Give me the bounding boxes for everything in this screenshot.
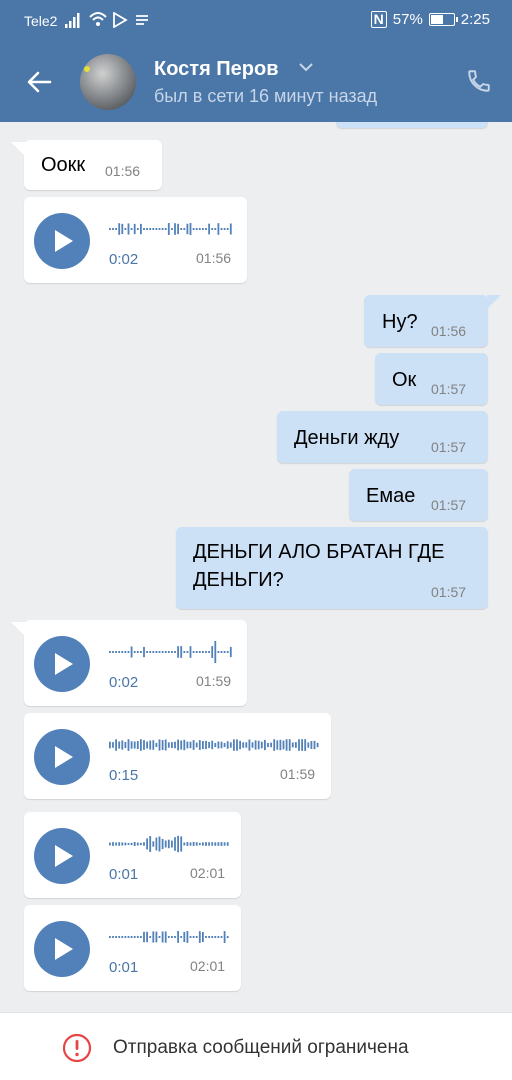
- carrier-label: Tele2: [24, 13, 58, 29]
- message-list[interactable]: Оокк 01:56 0:02 01:56 Ну? 01:56 Ок 01:57…: [0, 122, 512, 1012]
- voice-message[interactable]: 0:01 02:01: [24, 812, 241, 898]
- message-bubble-outgoing[interactable]: Емае 01:57: [349, 469, 488, 521]
- phone-icon[interactable]: [466, 68, 492, 94]
- message-text: Емае: [366, 485, 416, 507]
- waveform[interactable]: [109, 217, 236, 241]
- voice-message[interactable]: 0:02 01:59: [11, 620, 247, 706]
- play-icon: [55, 845, 73, 867]
- play-icon: [55, 746, 73, 768]
- play-button[interactable]: [34, 828, 90, 884]
- nfc-icon: N: [370, 11, 387, 28]
- voice-duration: 0:01: [109, 959, 139, 976]
- message-text: Ок: [392, 369, 417, 391]
- message-bubble-outgoing[interactable]: ДЕНЬГИ АЛО БРАТАН ГДЕ ДЕНЬГИ? 01:57: [176, 527, 488, 609]
- cast-icon: [136, 15, 148, 25]
- back-arrow-icon[interactable]: [26, 68, 54, 96]
- voice-message[interactable]: 0:15 01:59: [24, 713, 331, 799]
- play-icon: [55, 230, 73, 252]
- voice-duration: 0:02: [109, 251, 139, 268]
- message-bubble-outgoing[interactable]: Ну? 01:56: [364, 295, 501, 347]
- message-text-line2: ДЕНЬГИ?: [193, 569, 284, 591]
- play-store-icon: [113, 12, 128, 28]
- message-time: 01:57: [431, 381, 467, 397]
- message-time: 01:59: [196, 673, 232, 689]
- avatar-dot: [84, 66, 90, 72]
- message-time: 01:56: [105, 163, 141, 179]
- play-button[interactable]: [34, 213, 90, 269]
- signal-icon: [65, 13, 80, 28]
- waveform[interactable]: [109, 640, 236, 664]
- battery-icon: [428, 13, 458, 26]
- wifi-icon: [89, 12, 107, 26]
- warning-icon: [62, 1033, 92, 1063]
- avatar[interactable]: [80, 54, 136, 110]
- status-bar: Tele2 N 57% 2:25: [0, 0, 512, 42]
- clock: 2:25: [460, 11, 490, 28]
- voice-message[interactable]: 0:02 01:56: [24, 197, 247, 283]
- waveform[interactable]: [109, 733, 320, 757]
- restricted-notice: Отправка сообщений ограничена: [113, 1037, 409, 1058]
- voice-duration: 0:15: [109, 767, 139, 784]
- message-time: 01:59: [280, 766, 316, 782]
- input-restricted-bar: Отправка сообщений ограничена: [0, 1012, 512, 1080]
- message-bubble-incoming[interactable]: Оокк 01:56: [11, 140, 162, 190]
- message-time: 01:56: [431, 323, 467, 339]
- message-text-line1: ДЕНЬГИ АЛО БРАТАН ГДЕ: [193, 541, 445, 563]
- message-bubble-outgoing[interactable]: Деньги жду 01:57: [277, 411, 488, 463]
- voice-message[interactable]: 0:01 02:01: [24, 905, 241, 991]
- message-bubble-partial: [336, 122, 488, 128]
- message-time: 02:01: [190, 958, 226, 974]
- message-time: 02:01: [190, 865, 226, 881]
- waveform[interactable]: [109, 925, 230, 949]
- battery-fill: [430, 15, 443, 24]
- message-text: Ну?: [382, 311, 418, 333]
- voice-duration: 0:01: [109, 866, 139, 883]
- status-right: N 57% 2:25: [370, 11, 490, 28]
- play-button[interactable]: [34, 921, 90, 977]
- play-icon: [55, 653, 73, 675]
- message-time: 01:56: [196, 250, 232, 266]
- message-text: Деньги жду: [294, 427, 400, 449]
- chat-header: Костя Перов был в сети 16 минут назад: [0, 42, 512, 122]
- message-time: 01:57: [431, 439, 467, 455]
- play-button[interactable]: [34, 729, 90, 785]
- message-time: 01:57: [431, 584, 467, 600]
- message-time: 01:57: [431, 497, 467, 513]
- voice-duration: 0:02: [109, 674, 139, 691]
- waveform[interactable]: [109, 832, 230, 856]
- contact-name[interactable]: Костя Перов: [154, 58, 279, 81]
- battery-percent: 57%: [392, 11, 423, 28]
- message-text: Оокк: [41, 154, 86, 176]
- play-button[interactable]: [34, 636, 90, 692]
- play-icon: [55, 938, 73, 960]
- chevron-down-icon[interactable]: [298, 62, 314, 72]
- last-seen-status: был в сети 16 минут назад: [154, 86, 378, 106]
- message-bubble-outgoing[interactable]: Ок 01:57: [375, 353, 488, 405]
